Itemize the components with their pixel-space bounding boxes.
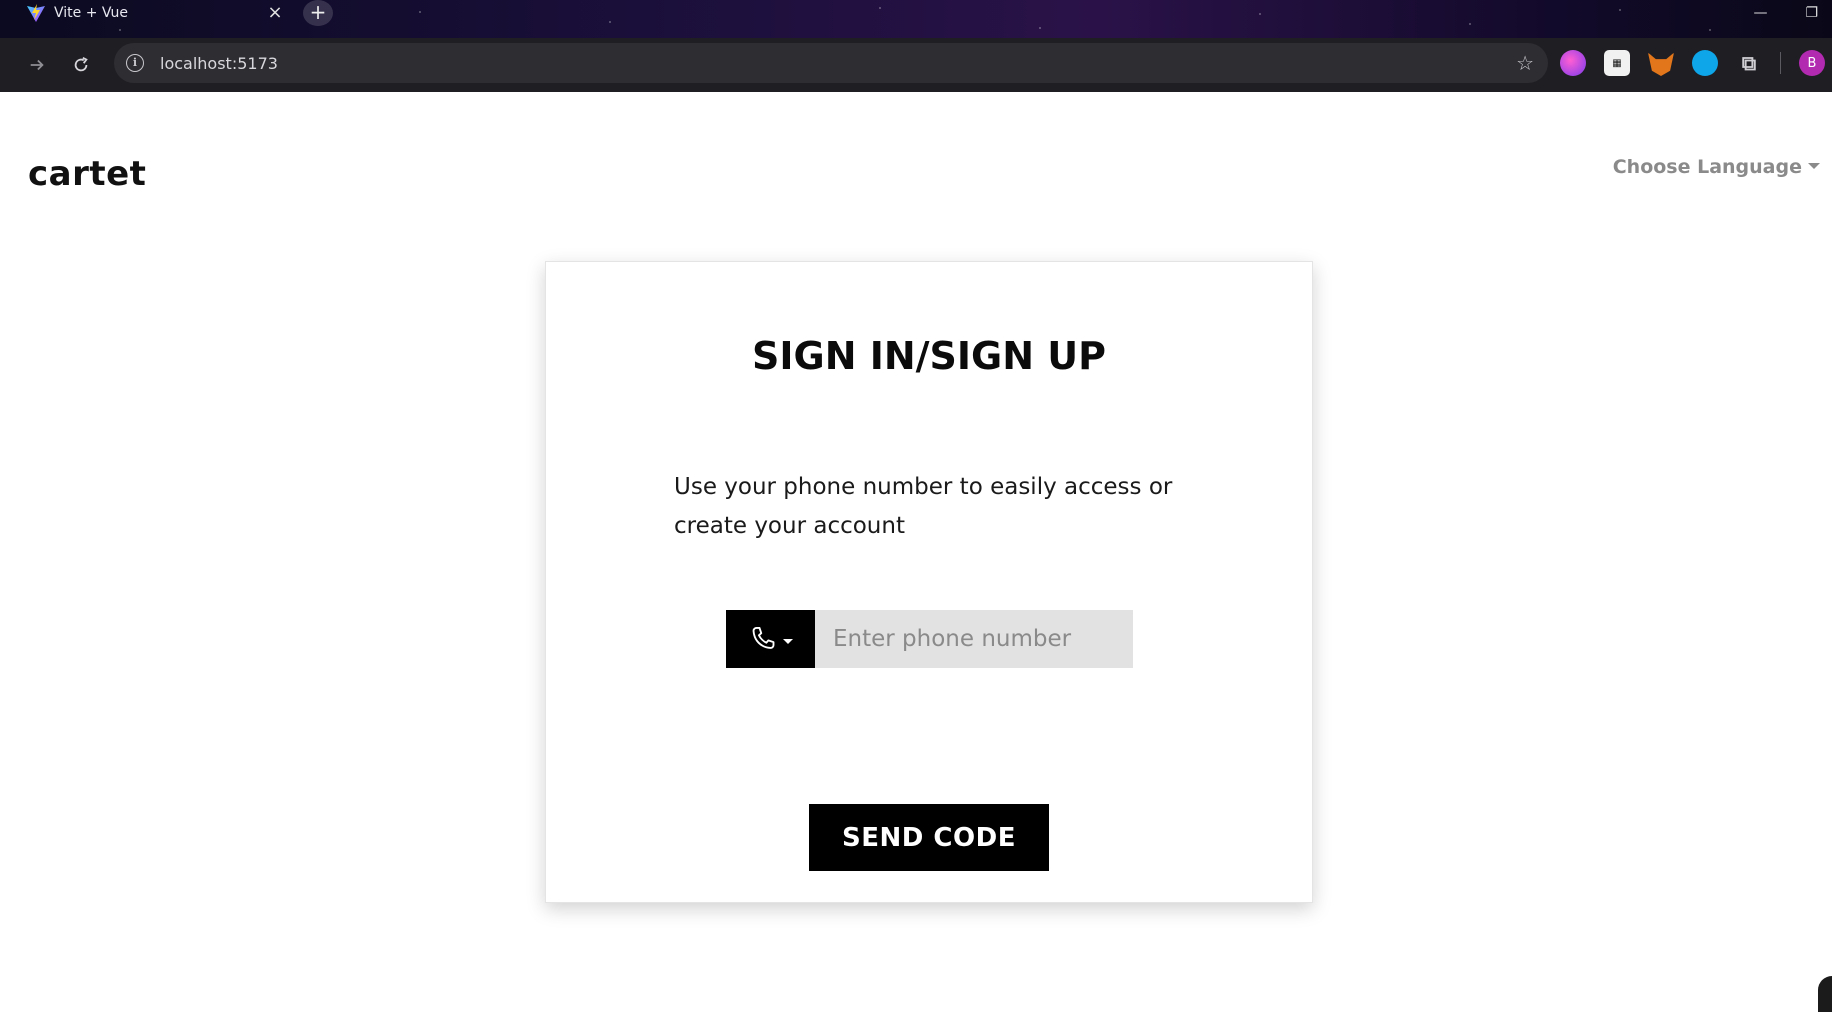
window-controls: — ❐ (1753, 0, 1818, 26)
vite-logo-icon (27, 4, 45, 22)
phone-input-group (726, 610, 1133, 668)
reload-icon[interactable] (66, 50, 96, 80)
country-code-button[interactable] (726, 610, 815, 668)
chevron-down-icon (782, 638, 793, 644)
tab-close-icon[interactable]: × (266, 4, 284, 22)
chevron-down-icon (1808, 163, 1820, 169)
page: cartet Choose Language SIGN IN/SIGN UP U… (0, 92, 1832, 1012)
send-code-button[interactable]: SEND CODE (809, 804, 1049, 871)
language-label: Choose Language (1612, 156, 1802, 178)
page-title: SIGN IN/SIGN UP (752, 334, 1106, 378)
address-bar[interactable]: i localhost:5173 ☆ (114, 43, 1548, 83)
minimize-icon[interactable]: — (1753, 5, 1767, 21)
refresh-circle-icon[interactable] (1692, 50, 1718, 76)
phone-icon (752, 626, 774, 649)
metamask-fox-icon[interactable] (1648, 52, 1674, 76)
card-description: Use your phone number to easily access o… (674, 474, 1173, 539)
brain-icon[interactable] (1560, 50, 1586, 76)
qr-code-icon[interactable]: ▦ (1604, 50, 1630, 76)
floating-widget[interactable] (1818, 976, 1832, 1012)
url-text[interactable]: localhost:5173 (160, 54, 1516, 73)
browser-chrome: Vite + Vue × + — ❐ i localhost:5173 ☆ ▦ … (0, 0, 1832, 92)
auth-card: SIGN IN/SIGN UP Use your phone number to… (545, 261, 1313, 903)
site-info-icon[interactable]: i (126, 54, 144, 72)
forward-icon[interactable] (22, 50, 52, 80)
profile-avatar[interactable]: B (1799, 50, 1825, 76)
restore-icon[interactable]: ❐ (1805, 5, 1818, 21)
toolbar-divider (1780, 52, 1781, 74)
new-tab-button[interactable]: + (303, 0, 333, 26)
tab-title: Vite + Vue (54, 5, 129, 21)
puzzle-icon[interactable]: ⧉ (1736, 50, 1762, 76)
brand-logo[interactable]: cartet (28, 154, 146, 194)
phone-number-input[interactable] (815, 610, 1133, 668)
language-dropdown[interactable]: Choose Language (1613, 156, 1820, 178)
browser-tab[interactable]: Vite + Vue × (12, 0, 292, 26)
bookmark-star-icon[interactable]: ☆ (1516, 51, 1534, 75)
browser-toolbar: i localhost:5173 ☆ ▦ ⧉ B (0, 38, 1832, 92)
extensions-bar: ▦ ⧉ B (1560, 43, 1825, 83)
